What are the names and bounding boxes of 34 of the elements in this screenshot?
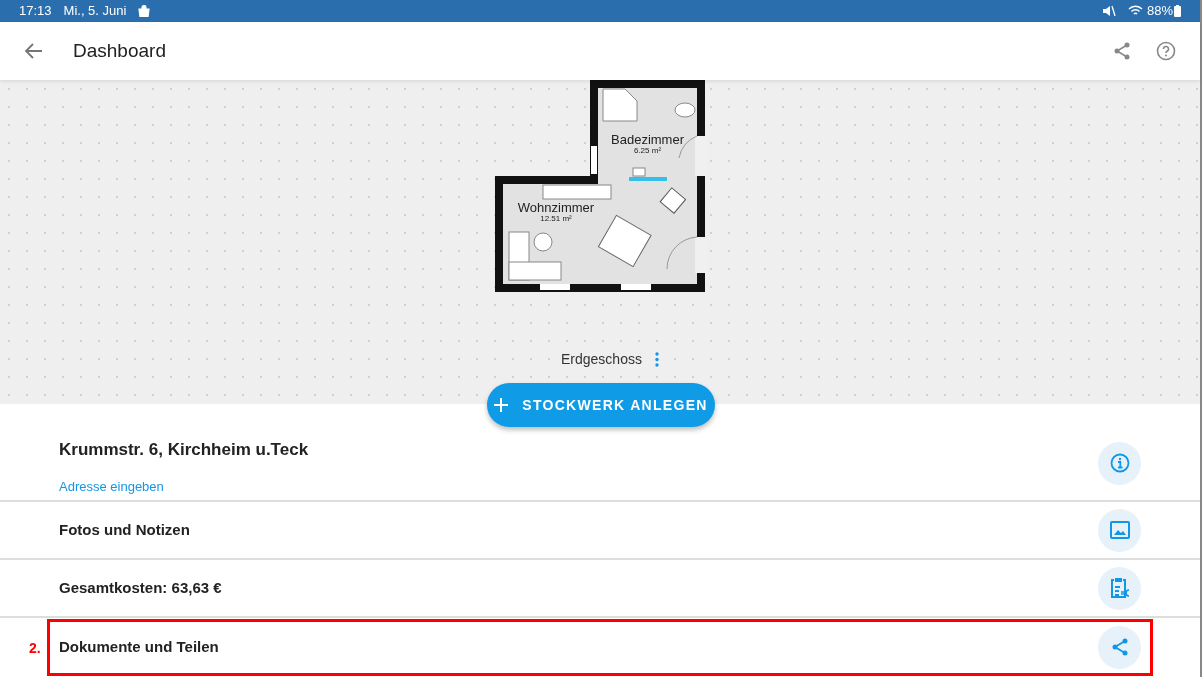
share-button[interactable] (1098, 625, 1141, 669)
room-name: Badezimmer (611, 133, 684, 146)
info-button[interactable] (1098, 441, 1141, 485)
floor-label: Erdgeschoss (561, 350, 642, 369)
mute-icon (1101, 5, 1116, 17)
room-area: 12.51 m² (540, 215, 572, 223)
clipboard-euro-icon (1109, 577, 1130, 599)
page-title: Dashboard (73, 38, 166, 63)
battery-icon (1174, 5, 1181, 17)
shopping-bag-icon (138, 5, 151, 17)
address-link[interactable]: Adresse eingeben (59, 476, 164, 496)
add-floor-button[interactable]: STOCKWERK ANLEGEN (487, 383, 715, 427)
more-options-icon[interactable] (653, 351, 660, 368)
step-number: 2. (29, 639, 41, 658)
share-icon (1110, 638, 1129, 656)
back-button[interactable] (24, 41, 44, 61)
share-icon[interactable] (1112, 41, 1132, 61)
row-title: Gesamtkosten: 63,63 € (59, 577, 223, 598)
help-icon[interactable] (1156, 41, 1176, 61)
wifi-icon (1127, 5, 1143, 17)
room-name: Wohnzimmer (517, 201, 595, 214)
clipboard-euro-button[interactable] (1098, 566, 1141, 610)
row-title: Fotos und Notizen (59, 519, 191, 540)
status-date: Mi., 5. Juni (63, 2, 127, 21)
info-icon (1109, 453, 1130, 473)
row-title: Dokumente und Teilen (59, 636, 220, 657)
plus-icon (494, 398, 509, 412)
row-title: Krummstr. 6, Kirchheim u.Teck (59, 439, 310, 461)
floor-plan-drawing[interactable] (495, 80, 707, 292)
battery-level: 88% (1146, 2, 1173, 21)
image-icon (1109, 521, 1130, 539)
image-button[interactable] (1098, 508, 1141, 552)
room-area: 6.25 m² (633, 147, 662, 155)
status-time: 17:13 (19, 2, 52, 21)
